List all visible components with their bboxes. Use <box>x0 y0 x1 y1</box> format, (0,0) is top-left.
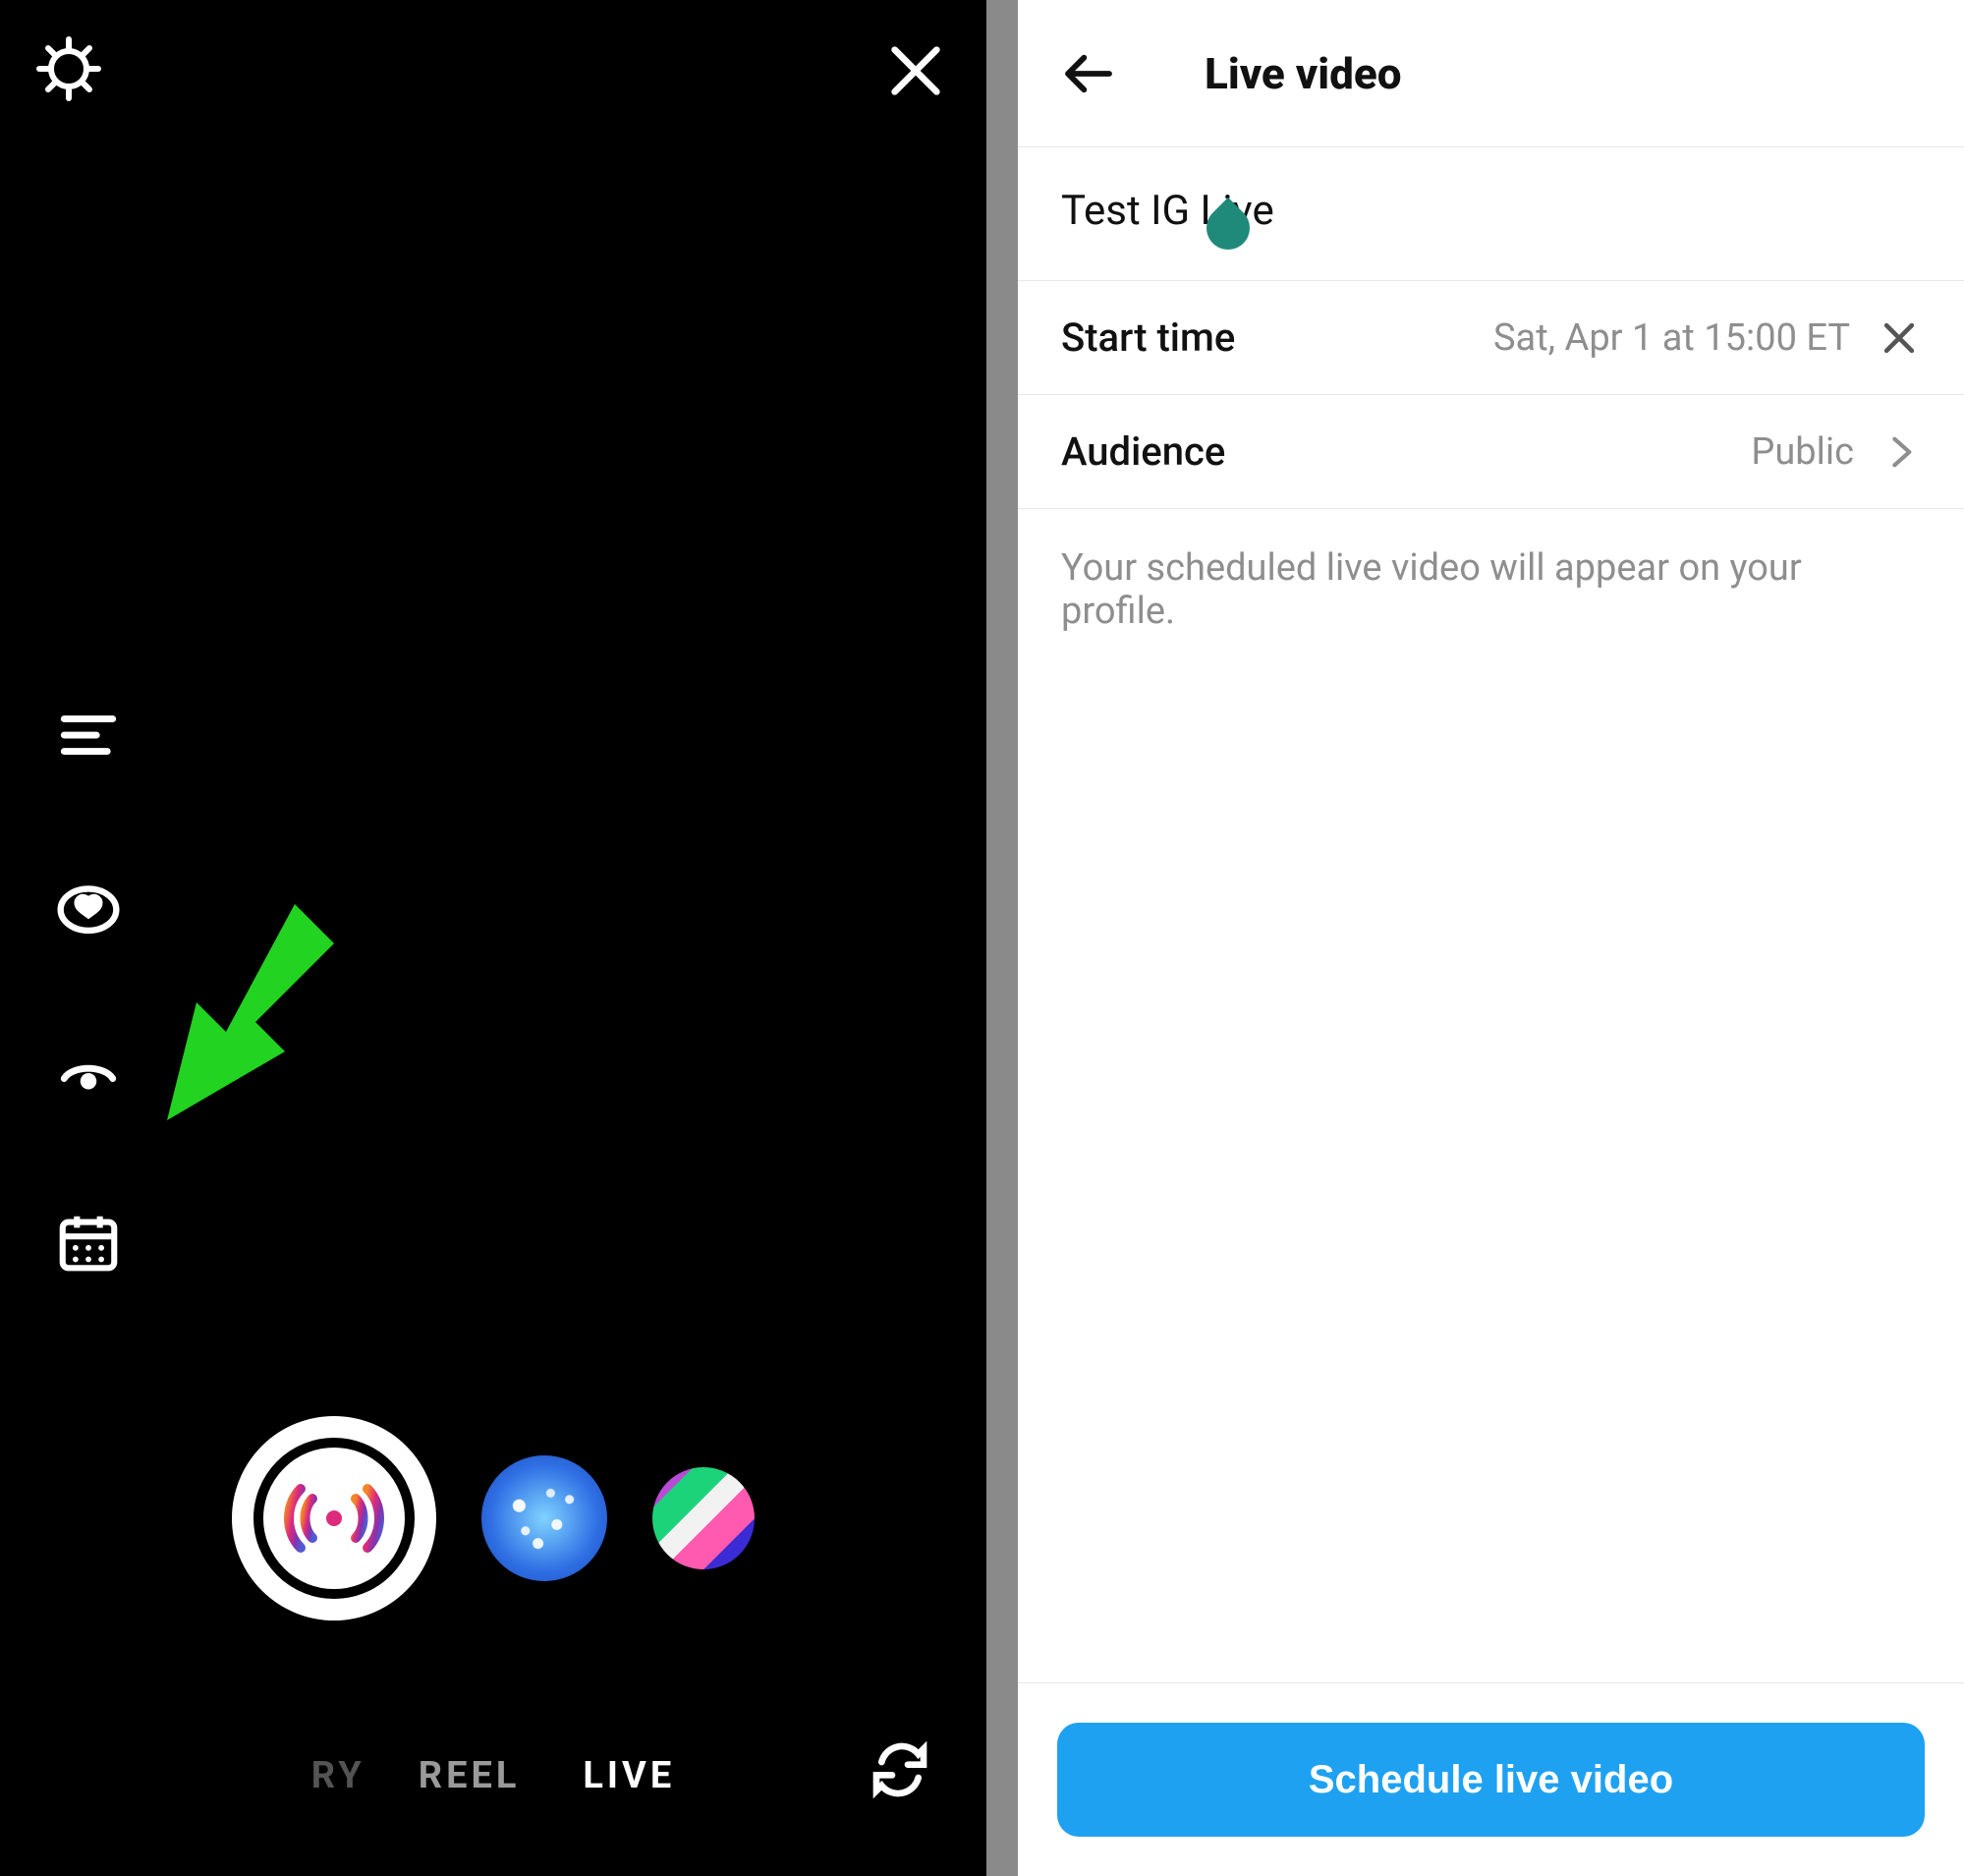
go-live-button[interactable] <box>232 1416 436 1620</box>
mode-tab-reel[interactable]: REEL <box>419 1754 521 1797</box>
title-icon[interactable] <box>51 698 126 772</box>
filter-option-2[interactable] <box>652 1467 755 1569</box>
mode-tab-story-partial[interactable]: RY <box>311 1754 365 1797</box>
visibility-eye-icon[interactable] <box>51 1036 126 1110</box>
pane-divider <box>986 0 1018 1876</box>
mode-tab-live[interactable]: LIVE <box>583 1754 675 1797</box>
right-header: Live video <box>1018 0 1964 147</box>
live-title-row[interactable]: Test IG Live <box>1018 147 1964 281</box>
flip-camera-icon[interactable] <box>869 1738 931 1801</box>
annotation-arrow-icon <box>138 894 334 1120</box>
schedule-live-button[interactable]: Schedule live video <box>1057 1723 1925 1837</box>
page-title: Live video <box>1205 48 1402 99</box>
audience-value: Public <box>1751 430 1854 474</box>
start-time-value: Sat, Apr 1 at 15:00 ET <box>1493 316 1850 360</box>
footer: Schedule live video <box>1018 1682 1964 1876</box>
start-time-label: Start time <box>1061 314 1235 361</box>
settings-icon[interactable] <box>33 33 104 104</box>
filter-option-1[interactable] <box>481 1455 607 1581</box>
capture-mode-tabs: RY REEL LIVE <box>0 1754 986 1797</box>
live-tools-column <box>51 698 126 1279</box>
schedule-info-text: Your scheduled live video will appear on… <box>1018 509 1964 670</box>
chevron-right-icon <box>1881 432 1921 472</box>
schedule-live-pane: Live video Test IG Live Start time Sat, … <box>1018 0 1964 1876</box>
start-time-row[interactable]: Start time Sat, Apr 1 at 15:00 ET <box>1018 281 1964 395</box>
audience-row[interactable]: Audience Public <box>1018 395 1964 509</box>
camera-live-pane: RY REEL LIVE <box>0 0 986 1876</box>
clear-start-time-icon[interactable] <box>1878 316 1921 360</box>
capture-filter-row <box>0 1416 986 1620</box>
close-icon[interactable] <box>884 39 947 102</box>
back-arrow-icon[interactable] <box>1061 46 1116 101</box>
donate-heart-icon[interactable] <box>51 867 126 941</box>
audience-label: Audience <box>1061 428 1225 475</box>
schedule-calendar-icon[interactable] <box>51 1205 126 1279</box>
